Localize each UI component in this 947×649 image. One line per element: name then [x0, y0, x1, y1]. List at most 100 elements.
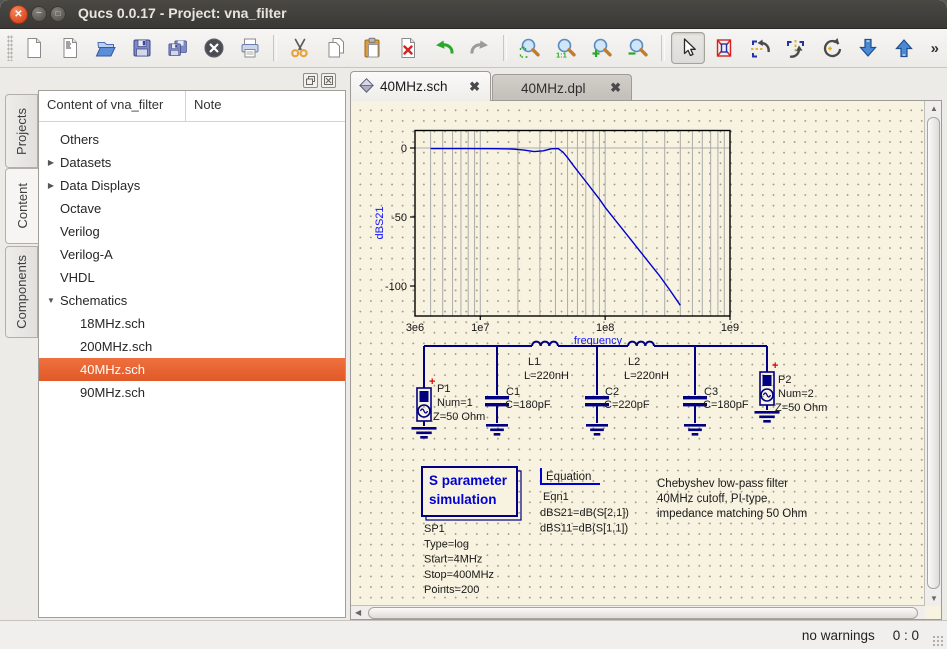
tree-column-note[interactable]: Note	[186, 91, 221, 121]
rotate-button[interactable]	[815, 32, 849, 64]
tree-item-others[interactable]: Others	[39, 128, 345, 151]
document-tab-label: 40MHz.dpl	[521, 81, 586, 96]
component-P1-pad	[420, 391, 429, 402]
vertical-scrollbar[interactable]: ▲ ▼	[924, 101, 941, 606]
tree-item-40mhz-sch[interactable]: 40MHz.sch	[39, 358, 345, 381]
tab-close-icon[interactable]: ✖	[469, 79, 480, 95]
save-file-button[interactable]	[125, 32, 159, 64]
component-L2[interactable]	[628, 342, 654, 346]
dock-tab-projects[interactable]: Projects	[5, 94, 38, 168]
label-P2-2: Z=50 Ohm	[775, 402, 827, 414]
tree-item-octave[interactable]: Octave	[39, 197, 345, 220]
horizontal-scroll-thumb[interactable]	[368, 607, 918, 619]
label-P1-0: P1	[437, 383, 450, 395]
expander-closed-icon[interactable]: ▶	[44, 181, 58, 190]
open-file-button[interactable]	[89, 32, 123, 64]
tree-item-label: Verilog	[60, 224, 100, 239]
ground-bar	[590, 429, 604, 432]
sim-param: Start=4MHz	[424, 554, 482, 566]
tree-item-90mhz-sch[interactable]: 90MHz.sch	[39, 381, 345, 404]
dock-close-button[interactable]	[321, 73, 336, 88]
tree-item-18mhz-sch[interactable]: 18MHz.sch	[39, 312, 345, 335]
tree-item-label: Schematics	[60, 293, 127, 308]
y-tick-label: 0	[401, 143, 407, 155]
tree-column-content[interactable]: Content of vna_filter	[39, 91, 186, 121]
y-tick-label: -50	[391, 212, 407, 224]
copy-icon	[324, 36, 348, 60]
x-tick-label: 3e6	[406, 322, 424, 334]
titlebar[interactable]: ✕ − □ Qucs 0.0.17 - Project: vna_filter	[0, 0, 947, 29]
zoom-1-1-button[interactable]: 1:1	[549, 32, 583, 64]
tab-close-icon[interactable]: ✖	[610, 80, 621, 96]
label-L1-1: L=220nH	[524, 370, 569, 382]
new-document-button[interactable]	[17, 32, 51, 64]
x-tick-label: 1e8	[596, 322, 614, 334]
tree-item-label: VHDL	[60, 270, 95, 285]
redo-button[interactable]	[463, 32, 497, 64]
scroll-up-arrow[interactable]: ▲	[930, 105, 938, 113]
toolbar-grip[interactable]	[7, 35, 13, 61]
tree-item-verilog-a[interactable]: Verilog-A	[39, 243, 345, 266]
dock-tab-components[interactable]: Components	[5, 246, 38, 338]
horizontal-scrollbar[interactable]: ◀	[351, 605, 925, 619]
expander-closed-icon[interactable]: ▶	[44, 158, 58, 167]
tree-item-datasets[interactable]: ▶Datasets	[39, 151, 345, 174]
scroll-left-arrow[interactable]: ◀	[355, 609, 361, 617]
label-P1-1: Num=1	[437, 397, 473, 409]
cut-button[interactable]	[283, 32, 317, 64]
label-L1-0: L1	[528, 356, 540, 368]
mirror-x-axis-button[interactable]	[743, 32, 777, 64]
component-L1[interactable]	[532, 342, 558, 346]
vertical-scroll-thumb[interactable]	[927, 117, 940, 589]
tree-item-vhdl[interactable]: VHDL	[39, 266, 345, 289]
new-text-document-button[interactable]	[53, 32, 87, 64]
tree-item-verilog[interactable]: Verilog	[39, 220, 345, 243]
zoom-fit-button[interactable]	[513, 32, 547, 64]
statusbar: no warnings 0 : 0	[0, 620, 947, 649]
tree-item-label: Octave	[60, 201, 101, 216]
deactivate-button[interactable]	[707, 32, 741, 64]
ground-bar	[684, 424, 706, 427]
paste-button[interactable]	[355, 32, 389, 64]
dock-tab-content[interactable]: Content	[5, 168, 39, 244]
sim-param: Stop=400MHz	[424, 569, 494, 581]
window-maximize-button[interactable]: □	[50, 6, 66, 22]
tree-item-data-displays[interactable]: ▶Data Displays	[39, 174, 345, 197]
plot-frame[interactable]	[415, 131, 730, 317]
go-down-hierarchy-icon	[856, 36, 880, 60]
document-tab-40mhz-dpl[interactable]: 40MHz.dpl ✖	[492, 74, 632, 101]
schematic-canvas[interactable]: 0-50-1003e61e71e81e9dBS21frequency+−+−P1…	[351, 101, 925, 606]
delete-button[interactable]	[391, 32, 425, 64]
x-tick-label: 1e9	[721, 322, 739, 334]
qucs-main-window: ✕ − □ Qucs 0.0.17 - Project: vna_filter …	[0, 0, 947, 649]
equation-name: Eqn1	[543, 491, 569, 503]
new-document-icon	[22, 36, 46, 60]
expander-open-icon[interactable]: ▼	[44, 296, 58, 305]
document-tab-40mhz-sch[interactable]: 40MHz.sch✖	[350, 71, 491, 101]
mirror-y-axis-button[interactable]	[779, 32, 813, 64]
tree-header[interactable]: Content of vna_filter Note	[39, 91, 345, 122]
save-all-icon	[166, 36, 190, 60]
close-file-icon	[202, 36, 226, 60]
paste-icon	[360, 36, 384, 60]
dock-float-button[interactable]	[303, 73, 318, 88]
toolbar-overflow-button[interactable]: »	[925, 39, 945, 58]
zoom-in-button[interactable]	[585, 32, 619, 64]
go-up-hierarchy-button[interactable]	[887, 32, 921, 64]
close-file-button[interactable]	[197, 32, 231, 64]
window-minimize-button[interactable]: −	[31, 6, 47, 22]
save-all-button[interactable]	[161, 32, 195, 64]
copy-button[interactable]	[319, 32, 353, 64]
go-down-hierarchy-button[interactable]	[851, 32, 885, 64]
select-pointer-button[interactable]	[671, 32, 705, 64]
tree-item-200mhz-sch[interactable]: 200MHz.sch	[39, 335, 345, 358]
window-close-button[interactable]: ✕	[9, 5, 28, 24]
sim-param: Type=log	[424, 538, 469, 550]
ground-bar	[759, 416, 775, 419]
scroll-down-arrow[interactable]: ▼	[930, 595, 938, 603]
undo-button[interactable]	[427, 32, 461, 64]
resize-grip[interactable]	[932, 635, 944, 647]
tree-item-schematics[interactable]: ▼Schematics	[39, 289, 345, 312]
zoom-out-button[interactable]	[621, 32, 655, 64]
print-button[interactable]	[233, 32, 267, 64]
